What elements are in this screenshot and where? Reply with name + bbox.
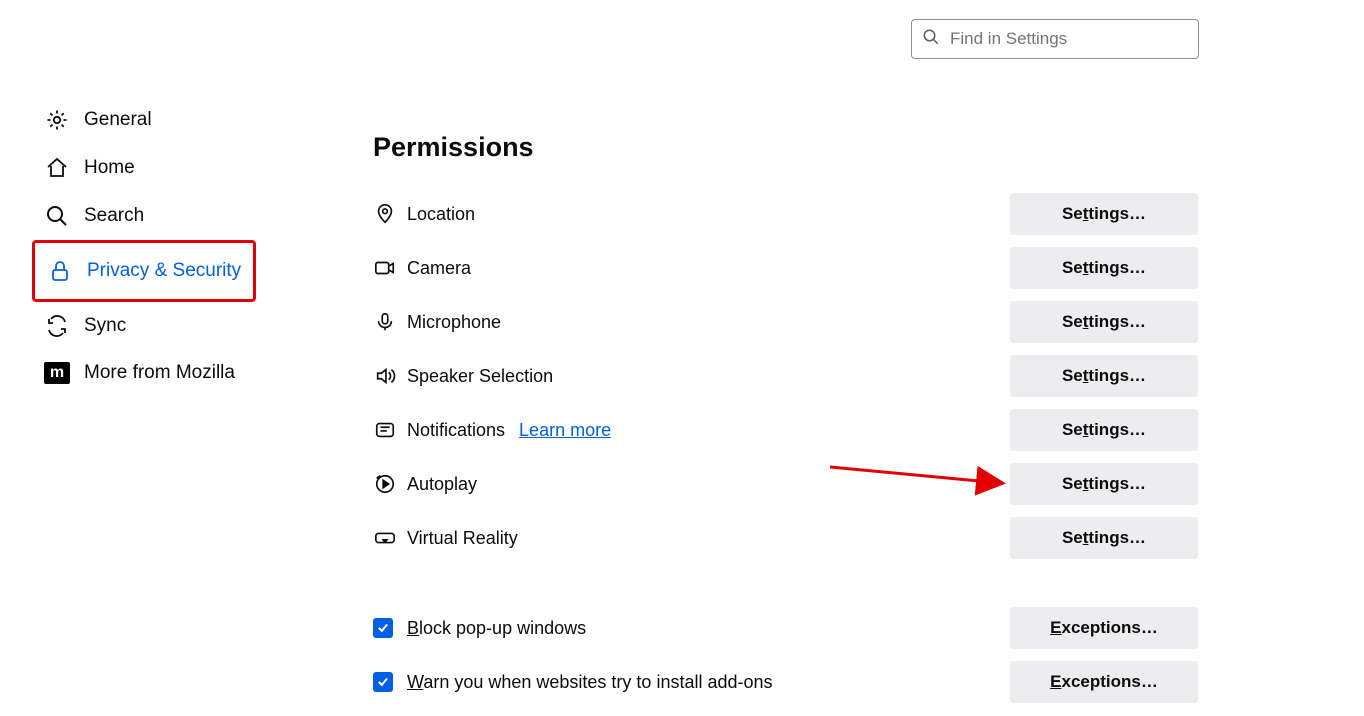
vr-icon — [373, 526, 397, 550]
permission-row-camera: Camera Settings… — [373, 241, 1198, 295]
permission-label: Microphone — [407, 312, 501, 333]
popup-exceptions-button[interactable]: Exceptions… — [1010, 607, 1198, 649]
location-pin-icon — [373, 202, 397, 226]
notifications-icon — [373, 418, 397, 442]
camera-settings-button[interactable]: Settings… — [1010, 247, 1198, 289]
permission-row-notifications: Notifications Learn more Settings… — [373, 403, 1198, 457]
sidebar-item-search[interactable]: Search — [32, 192, 256, 240]
vr-settings-button[interactable]: Settings… — [1010, 517, 1198, 559]
search-icon — [922, 28, 940, 51]
permission-label: Location — [407, 204, 475, 225]
sidebar-item-label: Home — [84, 157, 135, 179]
microphone-icon — [373, 310, 397, 334]
home-icon — [44, 156, 70, 180]
lock-icon — [47, 259, 73, 283]
microphone-settings-button[interactable]: Settings… — [1010, 301, 1198, 343]
settings-search[interactable] — [911, 19, 1199, 59]
notifications-learn-more-link[interactable]: Learn more — [519, 420, 611, 441]
permission-row-autoplay: Autoplay Settings… — [373, 457, 1198, 511]
sidebar-item-label: General — [84, 109, 152, 131]
permission-label: Notifications — [407, 420, 505, 441]
settings-search-input[interactable] — [948, 28, 1188, 50]
checkbox-label: Block pop-up windows — [407, 618, 586, 639]
camera-icon — [373, 256, 397, 280]
sidebar-item-label: More from Mozilla — [84, 362, 235, 384]
speaker-icon — [373, 364, 397, 388]
autoplay-icon — [373, 472, 397, 496]
main-content: Permissions Location Settings… Camera Se… — [373, 132, 1198, 709]
permission-row-microphone: Microphone Settings… — [373, 295, 1198, 349]
permission-row-vr: Virtual Reality Settings… — [373, 511, 1198, 565]
sidebar-item-home[interactable]: Home — [32, 144, 256, 192]
addon-exceptions-button[interactable]: Exceptions… — [1010, 661, 1198, 703]
sidebar-item-label: Search — [84, 205, 144, 227]
sidebar-item-privacy-security[interactable]: Privacy & Security — [32, 240, 256, 302]
permission-label: Speaker Selection — [407, 366, 553, 387]
sidebar-item-label: Privacy & Security — [87, 260, 241, 282]
sidebar-item-sync[interactable]: Sync — [32, 302, 256, 350]
location-settings-button[interactable]: Settings… — [1010, 193, 1198, 235]
autoplay-settings-button[interactable]: Settings… — [1010, 463, 1198, 505]
permission-label: Camera — [407, 258, 471, 279]
popup-block-row: Block pop-up windows Exceptions… — [373, 601, 1198, 655]
permission-row-speaker: Speaker Selection Settings… — [373, 349, 1198, 403]
sidebar-item-general[interactable]: General — [32, 96, 256, 144]
sidebar-item-more-mozilla[interactable]: m More from Mozilla — [32, 350, 256, 396]
gear-icon — [44, 108, 70, 132]
notifications-settings-button[interactable]: Settings… — [1010, 409, 1198, 451]
block-popups-checkbox[interactable] — [373, 618, 393, 638]
settings-sidebar: General Home Search Privacy & Security — [32, 96, 256, 396]
checkbox-label: Warn you when websites try to install ad… — [407, 672, 773, 693]
speaker-settings-button[interactable]: Settings… — [1010, 355, 1198, 397]
mozilla-icon: m — [44, 362, 70, 384]
addon-warn-row: Warn you when websites try to install ad… — [373, 655, 1198, 709]
sidebar-item-label: Sync — [84, 315, 126, 337]
permission-label: Autoplay — [407, 474, 477, 495]
section-title-permissions: Permissions — [373, 132, 1198, 163]
magnifier-icon — [44, 204, 70, 228]
warn-addons-checkbox[interactable] — [373, 672, 393, 692]
permission-label: Virtual Reality — [407, 528, 518, 549]
sync-icon — [44, 314, 70, 338]
permission-row-location: Location Settings… — [373, 187, 1198, 241]
